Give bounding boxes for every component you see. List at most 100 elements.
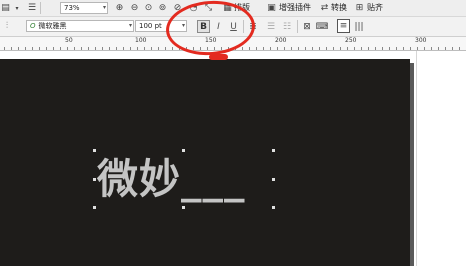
horizontal-text-icon[interactable]: ≡ xyxy=(337,19,350,33)
ruler-tick xyxy=(39,47,40,50)
selection-handle[interactable] xyxy=(93,206,96,209)
ruler-tick xyxy=(123,47,124,50)
zoom-in-icon[interactable]: ⊕ xyxy=(114,2,125,14)
chevron-down-icon[interactable]: ▾ xyxy=(129,21,132,31)
ruler-tick xyxy=(130,47,131,50)
ruler-tick xyxy=(60,47,61,50)
character-format-icon[interactable]: ⊠ xyxy=(301,20,313,33)
ruler-tick xyxy=(165,47,166,50)
ruler-tick xyxy=(410,47,411,50)
ruler-tick xyxy=(242,47,243,50)
selection-handle[interactable] xyxy=(272,206,275,209)
ruler-tick xyxy=(375,47,376,50)
vertical-text-icon[interactable]: ||| xyxy=(353,20,365,33)
selection-handle[interactable] xyxy=(272,149,275,152)
zoom-selected-icon[interactable]: ⊙ xyxy=(143,2,154,14)
ruler-tick xyxy=(333,47,334,50)
ruler-tick xyxy=(11,47,12,50)
separator xyxy=(40,2,41,14)
ruler-tick xyxy=(298,47,299,50)
convert-button[interactable]: 转换 xyxy=(331,3,347,13)
ruler-tick xyxy=(319,47,320,50)
drawing-canvas[interactable]: 微妙___ xyxy=(0,51,466,266)
ruler-tick xyxy=(354,47,355,50)
ruler-label: 50 xyxy=(65,37,73,44)
selection-handle[interactable] xyxy=(93,178,96,181)
ruler-tick xyxy=(270,47,271,50)
ruler-tick xyxy=(424,47,425,50)
ruler-tick xyxy=(361,47,362,50)
ruler-tick xyxy=(291,47,292,50)
ruler-tick xyxy=(116,47,117,50)
selection-handle[interactable] xyxy=(182,206,185,209)
convert-icon[interactable]: ⇄ xyxy=(319,2,330,14)
ruler-tick xyxy=(74,47,75,50)
ruler-tick xyxy=(67,47,68,50)
ruler-label: 100 xyxy=(135,37,147,44)
enhance-plugin-button[interactable]: 增强插件 xyxy=(279,3,311,13)
zoom-combo[interactable]: 73% ▾ xyxy=(60,2,108,14)
ruler-label: 300 xyxy=(415,37,427,44)
text-tool-icon[interactable]: ⫶ xyxy=(2,20,12,32)
ruler-tick xyxy=(158,47,159,50)
font-name-combo[interactable]: O 微软雅黑 ▾ xyxy=(26,20,134,32)
ruler-tick xyxy=(459,47,460,50)
ruler-tick xyxy=(396,47,397,50)
ruler-tick xyxy=(417,47,418,50)
zoom-value: 73% xyxy=(64,4,80,12)
bullet-list-icon[interactable]: ☰ xyxy=(265,20,277,33)
ruler-tick xyxy=(53,47,54,50)
chevron-down-icon[interactable]: ▾ xyxy=(103,3,106,13)
ruler-tick xyxy=(347,47,348,50)
page-shadow xyxy=(410,63,414,266)
zoom-all-icon[interactable]: ⊚ xyxy=(157,2,168,14)
font-name-value: 微软雅黑 xyxy=(38,22,67,30)
edit-text-icon[interactable]: ⌨ xyxy=(316,20,329,33)
print-icon[interactable]: ▤ xyxy=(0,2,11,14)
ruler-label: 250 xyxy=(345,37,357,44)
selection-handle[interactable] xyxy=(272,178,275,181)
ruler-tick xyxy=(46,47,47,50)
selection-handle[interactable] xyxy=(182,149,185,152)
ruler-tick xyxy=(312,47,313,50)
ruler-tick xyxy=(284,47,285,50)
artistic-text[interactable]: 微妙___ xyxy=(97,154,246,204)
ruler-tick xyxy=(109,47,110,50)
ruler-tick xyxy=(81,47,82,50)
guideline xyxy=(416,51,417,266)
annotation-mark xyxy=(209,54,228,60)
ruler-tick xyxy=(305,47,306,50)
opentype-font-icon: O xyxy=(30,22,36,30)
ruler-tick xyxy=(18,47,19,50)
numbered-list-icon[interactable]: ☷ xyxy=(281,20,293,33)
ruler-tick xyxy=(403,47,404,50)
separator xyxy=(297,20,298,33)
dropdown-arrow-icon[interactable]: ▾ xyxy=(13,2,21,14)
zoom-out-icon[interactable]: ⊖ xyxy=(129,2,140,14)
ruler-tick xyxy=(326,47,327,50)
ruler-tick xyxy=(431,47,432,50)
plugin-icon[interactable]: ▣ xyxy=(266,2,277,14)
ruler-tick xyxy=(25,47,26,50)
snap-icon[interactable]: ⊞ xyxy=(354,2,365,14)
ruler-tick xyxy=(249,47,250,50)
ruler-tick xyxy=(438,47,439,50)
ruler-tick xyxy=(452,47,453,50)
ruler-tick xyxy=(263,47,264,50)
ruler-tick xyxy=(102,47,103,50)
ruler-tick xyxy=(445,47,446,50)
ruler-tick xyxy=(95,47,96,50)
selection-handle[interactable] xyxy=(93,149,96,152)
options-icon[interactable]: ☰ xyxy=(26,2,38,14)
snap-button[interactable]: 贴齐 xyxy=(367,3,383,13)
ruler-tick xyxy=(389,47,390,50)
ruler-tick xyxy=(151,47,152,50)
ruler-tick xyxy=(137,47,138,50)
ruler-tick xyxy=(256,47,257,50)
ruler-tick xyxy=(172,47,173,50)
page-background: 微妙___ xyxy=(0,59,410,266)
ruler-tick xyxy=(277,47,278,50)
ruler-tick xyxy=(382,47,383,50)
ruler-tick xyxy=(4,47,5,50)
ruler-tick xyxy=(368,47,369,50)
